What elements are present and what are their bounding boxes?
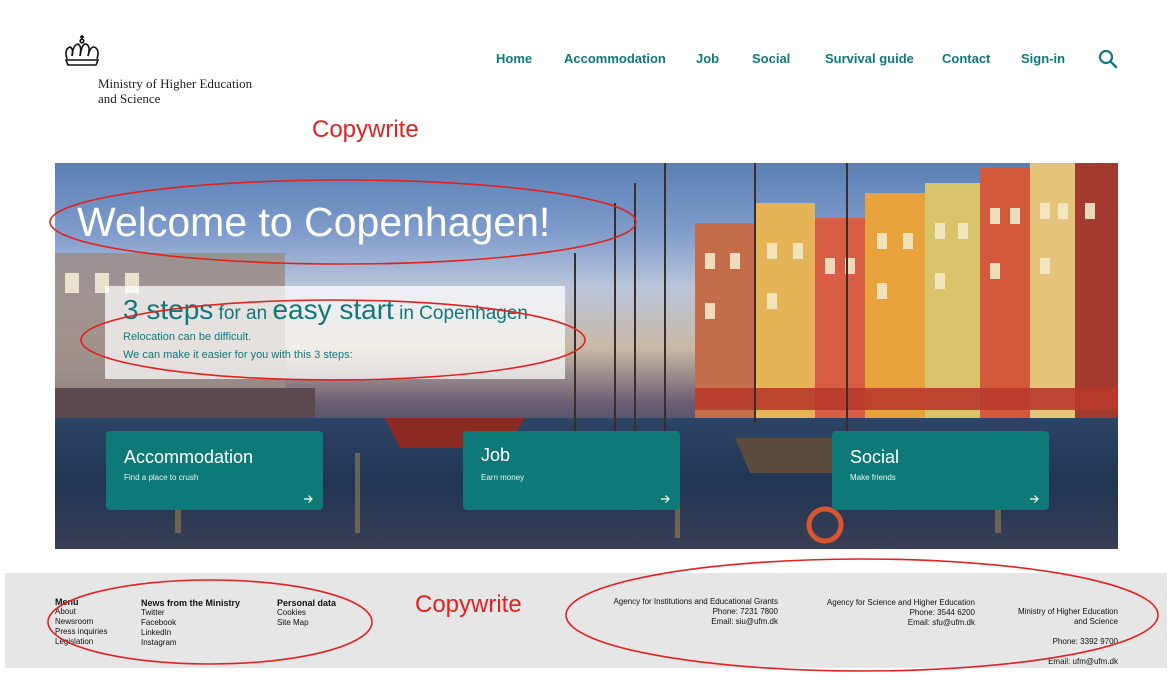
footer-link-linkedin[interactable]: LinkedIn [141, 628, 240, 638]
footer-link-twitter[interactable]: Twitter [141, 608, 240, 618]
footer-link-facebook[interactable]: Facebook [141, 618, 240, 628]
nav-contact[interactable]: Contact [942, 51, 990, 66]
steps-heading-part2: for an [213, 303, 273, 324]
hero-banner: Welcome to Copenhagen! 3 steps for an ea… [55, 163, 1118, 549]
nav-sign-in[interactable]: Sign-in [1021, 51, 1065, 66]
ministry-name: Ministry of Higher Education and Science [98, 76, 253, 106]
agency-phone: Phone: 3544 6200 [909, 608, 975, 617]
agency-name: Agency for Institutions and Educational … [613, 597, 778, 606]
card-subtitle: Make friends [850, 473, 896, 482]
footer-agency-1: Agency for Institutions and Educational … [588, 597, 778, 627]
arrow-right-icon[interactable] [1029, 494, 1039, 504]
nav-social[interactable]: Social [752, 51, 790, 66]
nav-accommodation[interactable]: Accommodation [564, 51, 666, 66]
card-title: Job [481, 445, 511, 465]
card-title: Social [850, 447, 900, 467]
nav-home[interactable]: Home [496, 51, 532, 66]
footer-link-newsroom[interactable]: Newsroom [55, 617, 107, 627]
card-subtitle: Find a place to crush [124, 473, 199, 482]
arrow-right-icon[interactable] [303, 494, 313, 504]
footer-agency-2: Agency for Science and Higher Education … [805, 598, 975, 628]
copywrite-annotation-footer: Copywrite [415, 591, 522, 618]
agency-email[interactable]: Email: ufm@ufm.dk [988, 657, 1118, 667]
steps-heading-part3: easy start [272, 294, 394, 325]
copywrite-annotation-top: Copywrite [312, 116, 419, 143]
steps-heading-part4: in Copenhagen [393, 303, 528, 324]
agency-email[interactable]: Email: siu@ufm.dk [588, 617, 778, 627]
nav-job[interactable]: Job [696, 51, 719, 66]
site-footer: Menu About Newsroom Press inquiries Legi… [5, 573, 1167, 668]
footer-menu-column: Menu About Newsroom Press inquiries Legi… [55, 597, 107, 647]
arrow-right-icon[interactable] [660, 494, 670, 504]
steps-intro-box: 3 steps for an easy start in Copenhagen … [105, 286, 565, 379]
agency-name: Agency for Science and Higher Education [826, 598, 975, 607]
footer-news-heading: News from the Ministry [141, 598, 241, 608]
footer-link-cookies[interactable]: Cookies [277, 608, 336, 618]
footer-personal-data-column: Personal data Cookies Site Map [277, 598, 336, 628]
hero-title: Welcome to Copenhagen! [77, 199, 551, 245]
footer-link-legislation[interactable]: Legislation [55, 637, 107, 647]
nav-survival-guide[interactable]: Survival guide [825, 51, 914, 66]
crown-icon [64, 35, 100, 66]
footer-news-column: News from the Ministry Twitter Facebook … [141, 598, 240, 648]
card-subtitle: Earn money [481, 473, 525, 482]
footer-personal-heading: Personal data [277, 598, 337, 608]
card-job[interactable]: Job Earn money [463, 431, 680, 510]
agency-email[interactable]: Email: sfu@ufm.dk [805, 618, 975, 628]
card-social[interactable]: Social Make friends [832, 431, 1049, 510]
footer-link-press-inquiries[interactable]: Press inquiries [55, 627, 107, 637]
agency-phone: Phone: 3392 9700 [1052, 637, 1118, 646]
footer-link-about[interactable]: About [55, 607, 107, 617]
steps-line-2: We can make it easier for you with this … [123, 349, 353, 361]
search-icon[interactable] [1098, 49, 1118, 69]
card-accommodation[interactable]: Accommodation Find a place to crush [106, 431, 323, 510]
footer-link-site-map[interactable]: Site Map [277, 618, 336, 628]
steps-heading-part1: 3 steps [123, 294, 214, 325]
card-title: Accommodation [124, 447, 254, 467]
agency-name: Ministry of Higher Education and Science [1017, 607, 1118, 626]
footer-agency-3: Ministry of Higher Education and Science… [988, 597, 1118, 677]
agency-phone: Phone: 7231 7800 [712, 607, 778, 616]
footer-menu-heading: Menu [55, 597, 79, 607]
steps-heading: 3 steps for an easy start in Copenhagen [123, 294, 528, 326]
steps-line-1: Relocation can be difficult. [123, 331, 252, 343]
footer-link-instagram[interactable]: Instagram [141, 638, 240, 648]
